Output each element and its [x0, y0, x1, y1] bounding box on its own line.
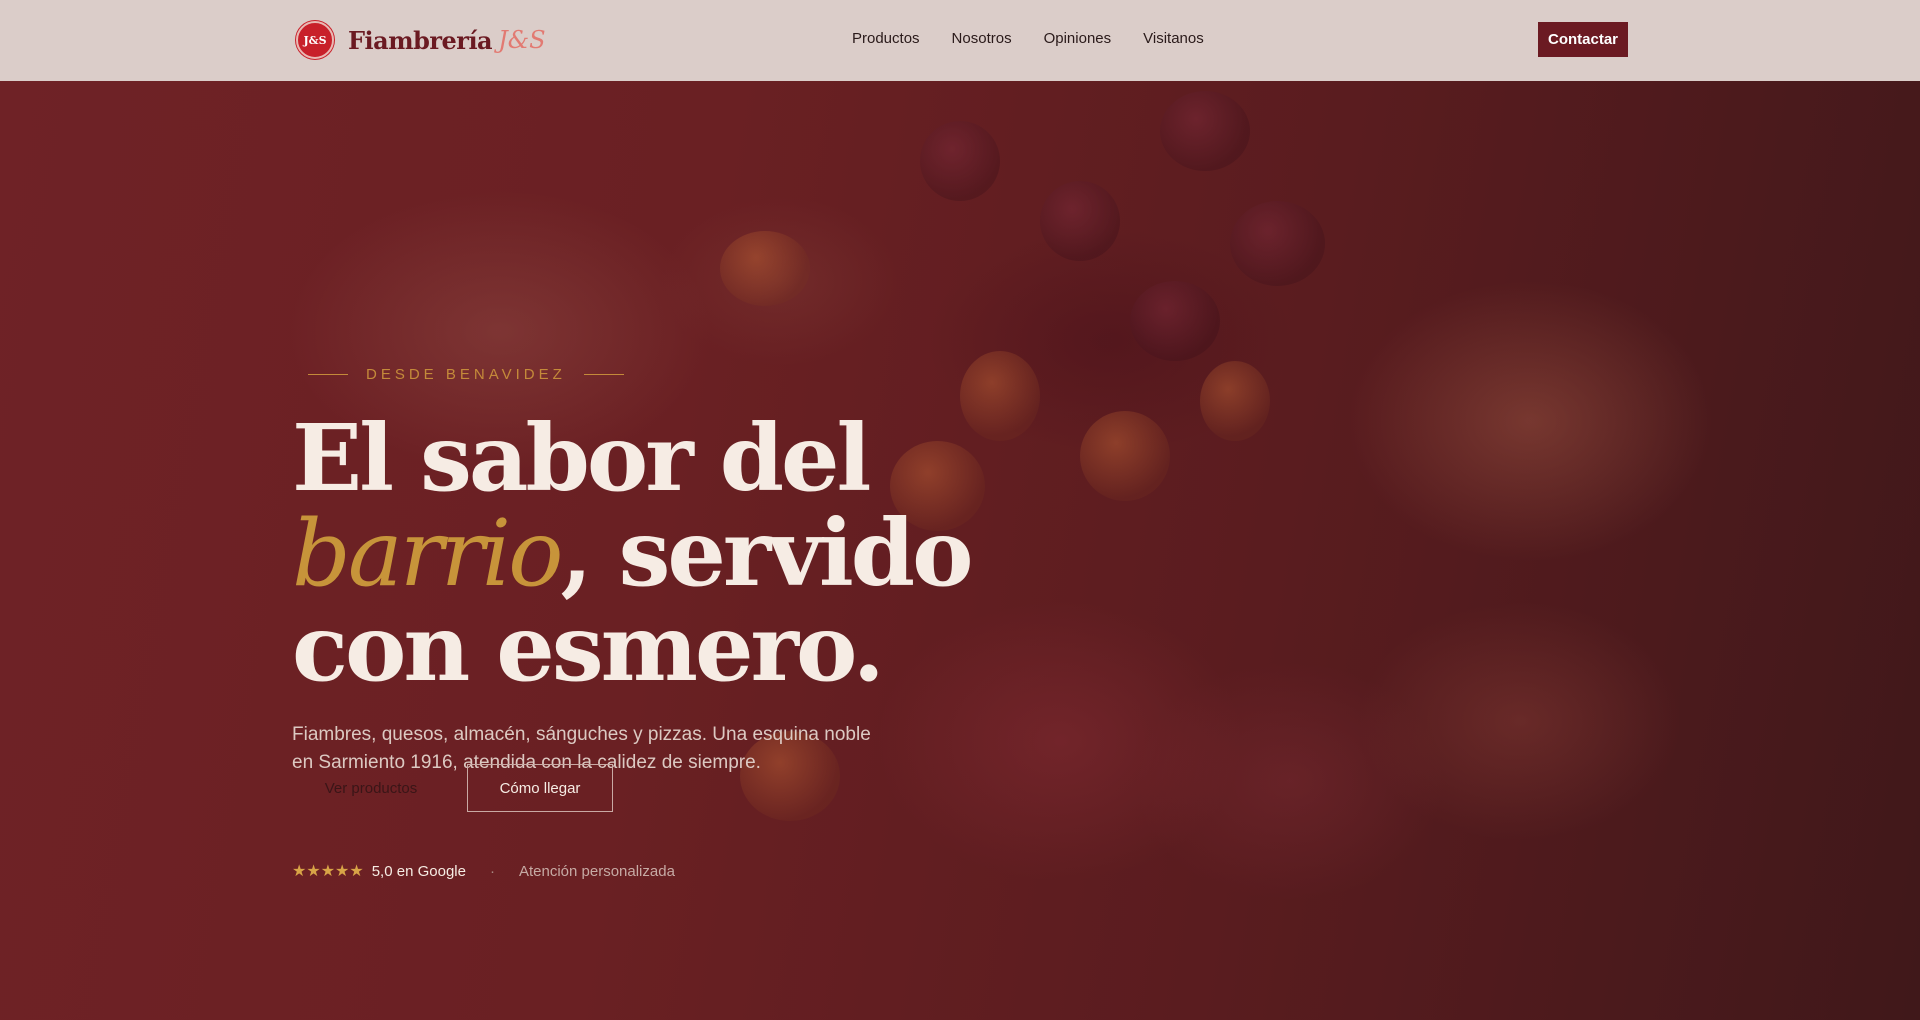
grape-shape — [1230, 201, 1325, 286]
view-products-button[interactable]: Ver productos — [292, 764, 450, 812]
logo-badge: J&S — [296, 21, 334, 59]
star-rating-icon: ★★★★★ — [292, 863, 364, 880]
grape-shape — [1040, 181, 1120, 261]
headline-line-3: con esmero. — [292, 594, 885, 702]
nav-nosotros[interactable]: Nosotros — [952, 30, 1012, 47]
nav-visitanos[interactable]: Visitanos — [1143, 30, 1204, 47]
olive-shape — [1200, 361, 1270, 441]
hero-headline: El sabor del barrio, servido con esmero. — [292, 411, 992, 696]
separator-dot: · — [489, 862, 495, 880]
olive-shape — [1080, 411, 1170, 501]
eyebrow: DESDE BENAVIDEZ — [308, 366, 624, 383]
grape-shape — [920, 121, 1000, 201]
eyebrow-line-left — [308, 374, 348, 375]
headline-line-2: , servido — [560, 499, 974, 607]
olive-shape — [720, 231, 810, 306]
brand[interactable]: J&S Fiambrería J&S — [296, 21, 546, 59]
grape-shape — [1130, 281, 1220, 361]
headline-accent-word: barrio — [292, 500, 564, 607]
grape-shape — [1160, 91, 1250, 171]
eyebrow-text: DESDE BENAVIDEZ — [366, 366, 566, 383]
brand-name: Fiambrería — [348, 25, 493, 55]
nav-productos[interactable]: Productos — [852, 30, 920, 47]
directions-button[interactable]: Cómo llegar — [467, 764, 613, 812]
headline-line-1: El sabor del — [292, 404, 872, 512]
nav-opiniones[interactable]: Opiniones — [1044, 30, 1112, 47]
hero-section: DESDE BENAVIDEZ El sabor del barrio, serv… — [0, 81, 1920, 1020]
rating-row: ★★★★★ 5,0 en Google · Atención personali… — [292, 861, 675, 881]
rating-text: 5,0 en Google — [371, 862, 466, 880]
main-nav: Productos Nosotros Opiniones Visitanos — [852, 30, 1204, 47]
brand-accent: J&S — [498, 26, 546, 54]
contact-button[interactable]: Contactar — [1538, 22, 1628, 57]
site-header: J&S Fiambrería J&S Productos Nosotros Op… — [0, 0, 1920, 81]
eyebrow-line-right — [583, 374, 624, 375]
service-note: Atención personalizada — [518, 862, 675, 880]
